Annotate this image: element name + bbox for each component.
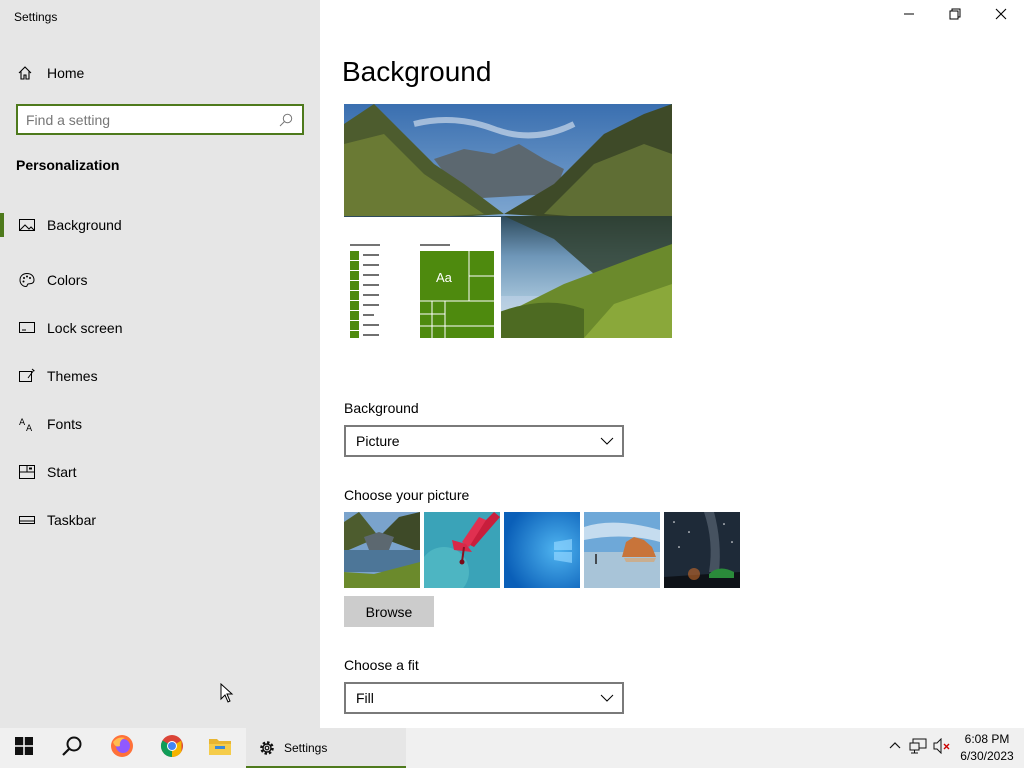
- picture-thumbnail-night-sky[interactable]: [664, 512, 740, 588]
- sidebar-item-label: Themes: [47, 368, 98, 384]
- svg-text:A: A: [19, 418, 26, 428]
- mouse-cursor-icon: [220, 682, 234, 703]
- search-icon[interactable]: [278, 112, 294, 128]
- taskbar-icon: [18, 511, 36, 529]
- search-input[interactable]: [26, 111, 266, 128]
- browse-button[interactable]: Browse: [344, 596, 434, 627]
- firefox-icon: [110, 734, 134, 763]
- chrome-taskbar-button[interactable]: [148, 728, 196, 768]
- palette-icon: [18, 271, 36, 289]
- folder-icon: [208, 736, 232, 761]
- volume-button[interactable]: [930, 728, 954, 768]
- taskbar: Settings 6:08 PM 6/30/2023: [0, 728, 1024, 768]
- close-button[interactable]: [978, 0, 1024, 32]
- page-title: Background: [342, 56, 492, 87]
- clock-time: 6:08 PM: [964, 732, 1010, 746]
- svg-text:A: A: [26, 424, 33, 432]
- show-hidden-icons-button[interactable]: [884, 728, 906, 768]
- sidebar-item-label: Start: [47, 464, 77, 480]
- start-menu-preview-icon: [350, 244, 494, 338]
- sidebar-nav: Background Colors Lock screen Themes AA …: [0, 208, 320, 544]
- sidebar-item-themes[interactable]: Themes: [0, 352, 320, 400]
- windows-logo-icon: [15, 736, 33, 760]
- sidebar-item-taskbar[interactable]: Taskbar: [0, 496, 320, 544]
- clock-date: 6/30/2023: [960, 749, 1014, 763]
- picture-thumbnail-flower[interactable]: [424, 512, 500, 588]
- firefox-taskbar-button[interactable]: [98, 728, 146, 768]
- app-title: Settings: [14, 10, 58, 24]
- sidebar-item-start[interactable]: Start: [0, 448, 320, 496]
- restore-icon: [949, 7, 961, 25]
- home-icon: [16, 64, 34, 82]
- background-type-label: Background: [344, 400, 419, 416]
- sidebar-item-background[interactable]: Background: [0, 208, 320, 242]
- minimize-button[interactable]: [886, 0, 932, 32]
- start-icon: [18, 463, 36, 481]
- sidebar-item-label: Fonts: [47, 416, 83, 432]
- picture-icon: [18, 216, 36, 234]
- sidebar-item-label: Taskbar: [47, 512, 97, 528]
- sidebar-item-label: Lock screen: [47, 320, 123, 336]
- taskbar-search-button[interactable]: [48, 728, 96, 768]
- picture-thumbnail-lake[interactable]: [344, 512, 420, 588]
- preview-start-overlay: Aa: [344, 217, 501, 338]
- background-type-value: Picture: [356, 433, 400, 449]
- picture-thumbnail-beach[interactable]: [584, 512, 660, 588]
- chevron-up-icon: [889, 739, 901, 757]
- choose-fit-dropdown[interactable]: Fill: [344, 682, 624, 714]
- home-nav-item[interactable]: Home: [16, 60, 84, 86]
- chevron-down-icon: [600, 434, 614, 448]
- themes-icon: [18, 367, 36, 385]
- picture-thumbnail-windows[interactable]: [504, 512, 580, 588]
- gear-icon: [258, 739, 276, 757]
- settings-taskbar-button[interactable]: Settings: [246, 728, 406, 768]
- choose-picture-label: Choose your picture: [344, 487, 470, 503]
- section-title: Personalization: [16, 157, 120, 173]
- search-icon: [61, 735, 83, 762]
- choose-fit-value: Fill: [356, 690, 374, 706]
- settings-taskbar-label: Settings: [284, 741, 328, 755]
- file-explorer-taskbar-button[interactable]: [196, 728, 244, 768]
- choose-fit-label: Choose a fit: [344, 657, 419, 673]
- sidebar-item-label: Background: [47, 217, 122, 233]
- clock[interactable]: 6:08 PM 6/30/2023: [956, 731, 1018, 765]
- sidebar-item-colors[interactable]: Colors: [0, 256, 320, 304]
- background-preview: Aa: [344, 104, 672, 338]
- minimize-icon: [903, 7, 915, 25]
- search-box[interactable]: [16, 104, 304, 135]
- chevron-down-icon: [600, 691, 614, 705]
- close-icon: [995, 7, 1007, 25]
- preview-tile-text: Aa: [436, 270, 452, 285]
- chrome-icon: [160, 734, 184, 763]
- sidebar: Settings Home Personalization Background…: [0, 0, 320, 728]
- sidebar-item-fonts[interactable]: AA Fonts: [0, 400, 320, 448]
- start-button[interactable]: [0, 728, 48, 768]
- picture-thumbnails: [344, 512, 740, 588]
- sidebar-item-label: Colors: [47, 272, 88, 288]
- restore-button[interactable]: [932, 0, 978, 32]
- home-label: Home: [47, 65, 85, 81]
- fonts-icon: AA: [18, 415, 36, 433]
- volume-muted-icon: [933, 737, 951, 759]
- network-icon: [909, 738, 927, 759]
- network-button[interactable]: [906, 728, 930, 768]
- background-type-dropdown[interactable]: Picture: [344, 425, 624, 457]
- lock-screen-icon: [18, 319, 36, 337]
- sidebar-item-lock-screen[interactable]: Lock screen: [0, 304, 320, 352]
